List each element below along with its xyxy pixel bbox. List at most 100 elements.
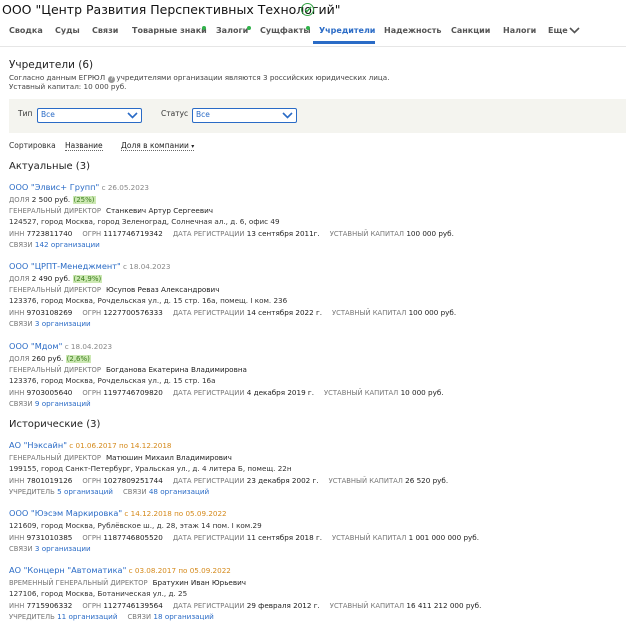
links-line: СВЯЗИ 3 организации <box>9 544 91 553</box>
inn-value: 9703108269 <box>26 308 73 317</box>
share-label: ДОЛЯ <box>9 196 30 204</box>
director-line: ГЕНЕРАЛЬНЫЙ ДИРЕКТОР Юсупов Реваз Алексан… <box>9 285 219 294</box>
reg-date-label: ДАТА РЕГИСТРАЦИИ <box>172 389 245 397</box>
founder-name-link[interactable]: ООО "Юэсэм Маркировка" <box>9 508 122 518</box>
inn-label: ИНН <box>9 534 25 542</box>
since-date: с 26.05.2023 <box>101 183 149 192</box>
inn-value: 7715906332 <box>26 601 73 610</box>
founder-name-link[interactable]: АО "Концерн "Автоматика" <box>9 565 126 575</box>
links-label: СВЯЗИ <box>122 488 147 496</box>
links-line: УЧРЕДИТЕЛЬ 5 организаций СВЯЗИ 48 организ… <box>9 487 209 496</box>
ogrn-label: ОГРН <box>82 230 102 238</box>
share-line: ДОЛЯ 2 500 руб. (25%) <box>9 195 96 204</box>
share-line: ДОЛЯ 2 490 руб. (24,9%) <box>9 274 103 283</box>
period-dates: с 14.12.2018 по 05.09.2022 <box>124 509 227 518</box>
links-count-link[interactable]: 48 организаций <box>149 487 209 496</box>
sort-by-share[interactable]: Доля в компании ▾ <box>121 141 195 151</box>
director-name: Богданова Екатерина Владимировна <box>105 365 247 374</box>
tab-essential-facts[interactable]: Сущфакты <box>260 20 311 42</box>
ogrn-value: 1127746139564 <box>103 601 163 610</box>
director-name: Юсупов Реваз Александрович <box>105 285 220 294</box>
director-title: ГЕНЕРАЛЬНЫЙ ДИРЕКТОР <box>9 454 101 462</box>
entry-head: ООО "Юэсэм Маркировка" с 14.12.2018 по 0… <box>9 508 227 518</box>
share-label: ДОЛЯ <box>9 355 30 363</box>
type-filter-label: Тип <box>18 109 33 118</box>
reg-date-label: ДАТА РЕГИСТРАЦИИ <box>172 477 245 485</box>
page-title: Учредители (6) <box>9 59 94 71</box>
pledges-dot-icon <box>247 26 251 30</box>
tab-summary[interactable]: Сводка <box>9 20 43 42</box>
status-select[interactable]: Все <box>192 108 297 123</box>
status-select-value: Все <box>196 110 210 119</box>
links-line: СВЯЗИ 9 организаций <box>9 399 91 408</box>
reg-date-value: 13 сентября 2011г. <box>246 229 320 238</box>
group-actual-title: Актуальные (3) <box>9 161 90 172</box>
inn-label: ИНН <box>9 477 25 485</box>
inn-value: 9731010385 <box>26 533 73 542</box>
requisites-line: ИНН 9703108269 ОГРН 1227700576333 ДАТА РЕГ… <box>9 308 456 317</box>
reg-date-label: ДАТА РЕГИСТРАЦИИ <box>172 230 245 238</box>
tab-taxes[interactable]: Налоги <box>503 20 536 42</box>
founder-label: УЧРЕДИТЕЛЬ <box>9 613 55 621</box>
links-label: СВЯЗИ <box>9 545 33 553</box>
note-suffix: учредителями организации являются 3 росс… <box>116 73 390 82</box>
director-line: ГЕНЕРАЛЬНЫЙ ДИРЕКТОР Станкевич Артур Серг… <box>9 206 213 215</box>
since-date: с 18.04.2023 <box>64 342 113 351</box>
requisites-line: ИНН 9731010385 ОГРН 1187746805520 ДАТА РЕГ… <box>9 533 479 542</box>
inn-value: 7723811740 <box>26 229 73 238</box>
chevron-down-icon[interactable] <box>569 27 580 34</box>
address-line: 127106, город Москва, Ботаническая ул., … <box>9 589 188 598</box>
type-select[interactable]: Все <box>37 108 142 123</box>
tab-pledges[interactable]: Залоги <box>216 20 248 42</box>
reg-date-value: 4 декабря 2019 г. <box>246 388 314 397</box>
founder-name-link[interactable]: ООО "Мдом" <box>9 341 62 351</box>
ogrn-value: 1187746805520 <box>103 533 163 542</box>
capital-label: УСТАВНЫЙ КАПИТАЛ <box>328 477 403 485</box>
note-prefix: Согласно данным ЕГРЮЛ <box>9 73 106 82</box>
share-amount: 2 500 руб. <box>31 195 71 204</box>
links-line: СВЯЗИ 142 организации <box>9 240 100 249</box>
links-count-link[interactable]: 18 организаций <box>153 612 213 621</box>
tab-more[interactable]: Еще <box>548 20 568 42</box>
links-label: СВЯЗИ <box>9 241 33 249</box>
sort-by-share-label: Доля в компании <box>121 141 189 150</box>
reg-date-value: 14 сентября 2022 г. <box>246 308 323 317</box>
requisites-line: ИНН 7723811740 ОГРН 1117746719342 ДАТА РЕГ… <box>9 229 454 238</box>
filters-panel: Тип Все Статус Все <box>9 99 626 133</box>
inn-label: ИНН <box>9 309 25 317</box>
tab-sanctions[interactable]: Санкции <box>451 20 490 42</box>
founder-name-link[interactable]: ООО "Элвис+ Групп" <box>9 182 99 192</box>
founder-count-link[interactable]: 11 организаций <box>57 612 117 621</box>
company-header: ООО "Центр Развития Перспективных Технол… <box>0 0 626 44</box>
founders-section: Учредители (6) Согласно данным ЕГРЮЛ ? уч… <box>0 46 626 630</box>
sort-by-name[interactable]: Название <box>65 141 103 151</box>
reg-date-value: 11 сентября 2018 г. <box>246 533 323 542</box>
inn-label: ИНН <box>9 230 25 238</box>
tab-trademarks[interactable]: Товарные знаки <box>132 20 207 42</box>
sort-label: Сортировка <box>9 141 56 150</box>
tab-courts[interactable]: Суды <box>55 20 80 42</box>
share-amount: 260 руб. <box>31 354 64 363</box>
tab-founders[interactable]: Учредители <box>319 20 375 42</box>
founder-count-link[interactable]: 5 организаций <box>57 487 113 496</box>
links-count-link[interactable]: 9 организаций <box>35 399 91 408</box>
tab-reliability[interactable]: Надежность <box>384 20 441 42</box>
founder-name-link[interactable]: ООО "ЦРПТ-Менеджмент" <box>9 261 121 271</box>
director-line: ГЕНЕРАЛЬНЫЙ ДИРЕКТОР Богданова Екатерина … <box>9 365 247 374</box>
links-count-link[interactable]: 3 организации <box>35 319 91 328</box>
capital-label: УСТАВНЫЙ КАПИТАЛ <box>329 230 405 238</box>
founder-name-link[interactable]: АО "Нэксайн" <box>9 440 67 450</box>
ogrn-value: 1117746719342 <box>103 229 163 238</box>
period-dates: с 01.06.2017 по 14.12.2018 <box>69 441 172 450</box>
capital-label: УСТАВНЫЙ КАПИТАЛ <box>324 389 399 397</box>
share-percent-badge: (24,9%) <box>72 275 103 283</box>
share-amount: 2 490 руб. <box>31 274 71 283</box>
reg-date-label: ДАТА РЕГИСТРАЦИИ <box>172 309 245 317</box>
links-count-link[interactable]: 142 организации <box>35 240 100 249</box>
tab-links[interactable]: Связи <box>92 20 118 42</box>
share-label: ДОЛЯ <box>9 275 30 283</box>
links-label: СВЯЗИ <box>127 613 152 621</box>
links-count-link[interactable]: 3 организации <box>35 544 91 553</box>
links-line: СВЯЗИ 3 организации <box>9 319 91 328</box>
entry-head: АО "Концерн "Автоматика" с 03.08.2017 по… <box>9 565 231 575</box>
